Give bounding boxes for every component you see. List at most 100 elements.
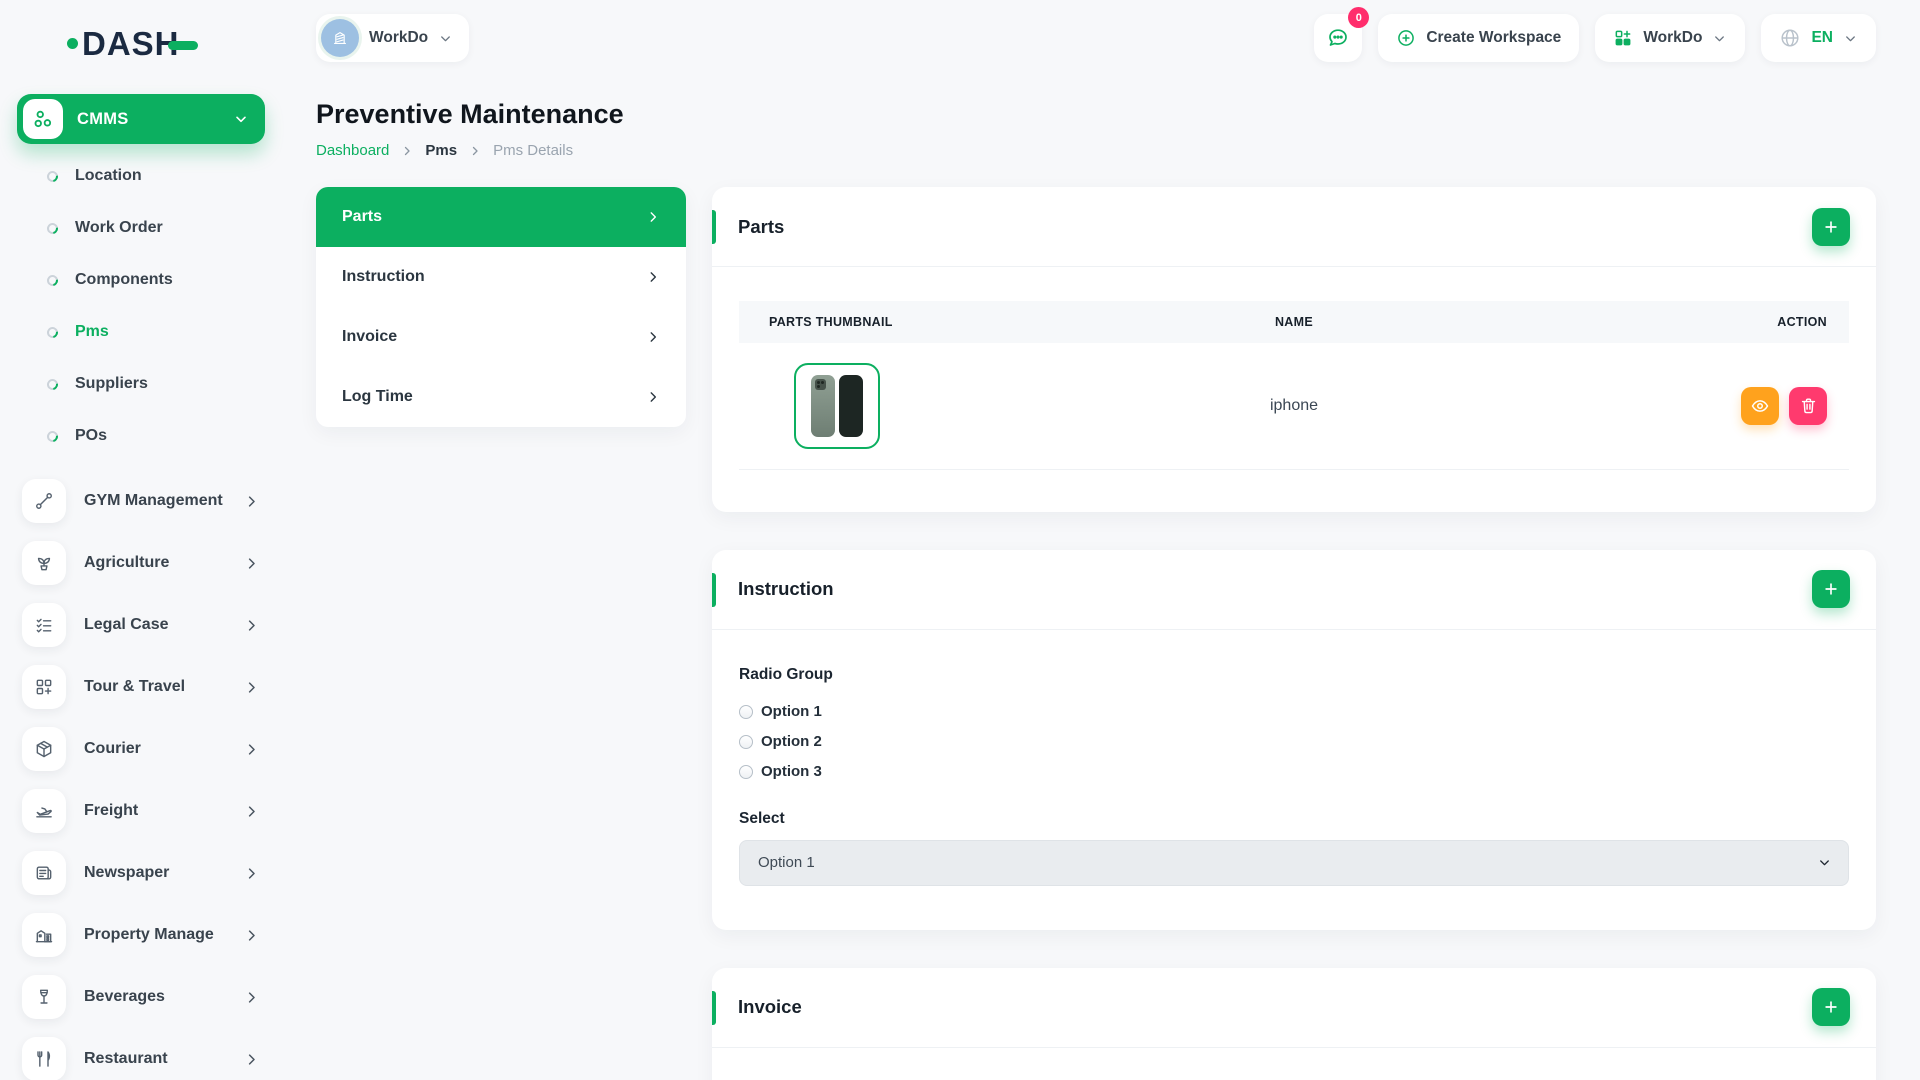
tab-instruction[interactable]: Instruction xyxy=(316,247,686,307)
add-instruction-button[interactable] xyxy=(1812,570,1850,608)
sidebar-item-label: Property Manage xyxy=(84,926,214,944)
status-ring-icon xyxy=(45,428,60,443)
sidebar-item-pms[interactable]: Pms xyxy=(17,306,265,358)
detail-tabs-card: Parts Instruction Invoice Log Time xyxy=(316,187,686,427)
workspace-avatar xyxy=(321,19,359,57)
delete-part-button[interactable] xyxy=(1789,387,1827,425)
chevron-down-icon xyxy=(1843,31,1858,46)
chat-button[interactable]: 0 xyxy=(1314,14,1362,62)
sidebar-item-label: POs xyxy=(75,427,107,445)
workdo-menu-button[interactable]: WorkDo xyxy=(1595,14,1745,62)
chevron-down-icon xyxy=(1817,855,1832,870)
chevron-right-icon xyxy=(401,145,413,157)
status-ring-icon xyxy=(45,272,60,287)
chat-bubble-icon xyxy=(1326,26,1350,50)
card-accent-bar xyxy=(712,991,716,1025)
radio-icon xyxy=(739,765,753,779)
radio-option-2[interactable]: Option 2 xyxy=(739,730,1849,754)
sidebar-item-pos[interactable]: POs xyxy=(17,410,265,462)
language-code: EN xyxy=(1811,29,1833,47)
plus-icon xyxy=(1822,218,1840,236)
breadcrumb-dashboard-link[interactable]: Dashboard xyxy=(316,142,389,159)
workspace-name: WorkDo xyxy=(369,29,428,47)
chevron-right-icon xyxy=(646,210,660,224)
column-header-thumbnail: PARTS THUMBNAIL xyxy=(739,301,1105,343)
select-field-label: Select xyxy=(739,810,1849,828)
chevron-right-icon xyxy=(244,804,259,819)
chevron-right-icon xyxy=(244,742,259,757)
sidebar-item-label: Newspaper xyxy=(84,864,169,882)
sidebar-item-label: Agriculture xyxy=(84,554,169,572)
tab-parts[interactable]: Parts xyxy=(316,187,686,247)
plus-icon xyxy=(1822,998,1840,1016)
breadcrumb: Dashboard Pms Pms Details xyxy=(316,142,1876,159)
parts-card-body: PARTS THUMBNAIL NAME ACTION xyxy=(712,267,1876,512)
sidebar-item-freight[interactable]: Freight xyxy=(17,780,265,842)
iphone-front-image xyxy=(839,375,863,437)
checklist-icon xyxy=(22,603,66,647)
language-button[interactable]: EN xyxy=(1761,14,1876,62)
sidebar-item-label: Location xyxy=(75,167,142,185)
sidebar-item-cmms[interactable]: CMMS xyxy=(17,94,265,144)
workspace-switcher-button[interactable]: WorkDo xyxy=(316,14,469,62)
package-icon xyxy=(22,727,66,771)
logo-text: DASH xyxy=(82,27,180,60)
tab-log-time[interactable]: Log Time xyxy=(316,367,686,427)
breadcrumb-pms-link[interactable]: Pms xyxy=(425,142,457,159)
sidebar-item-legal-case[interactable]: Legal Case xyxy=(17,594,265,656)
radio-option-1[interactable]: Option 1 xyxy=(739,700,1849,724)
add-invoice-button[interactable] xyxy=(1812,988,1850,1026)
sidebar-item-property-manage[interactable]: Property Manage xyxy=(17,904,265,966)
view-part-button[interactable] xyxy=(1741,387,1779,425)
plant-icon xyxy=(22,541,66,585)
nodes-icon xyxy=(23,99,63,139)
buildings-icon xyxy=(22,913,66,957)
radio-option-3[interactable]: Option 3 xyxy=(739,760,1849,784)
cmms-label: CMMS xyxy=(77,110,129,129)
tab-label: Parts xyxy=(342,208,382,226)
grid-plus-icon xyxy=(1613,28,1633,48)
sidebar-item-label: Pms xyxy=(75,323,109,341)
status-ring-icon xyxy=(45,220,60,235)
add-part-button[interactable] xyxy=(1812,208,1850,246)
sidebar-item-tour-travel[interactable]: Tour & Travel xyxy=(17,656,265,718)
invoice-card: Invoice xyxy=(712,968,1876,1080)
radio-group: Option 1 Option 2 Option 3 xyxy=(739,700,1849,784)
sidebar-item-newspaper[interactable]: Newspaper xyxy=(17,842,265,904)
sidebar-item-agriculture[interactable]: Agriculture xyxy=(17,532,265,594)
sidebar-item-restaurant[interactable]: Restaurant xyxy=(17,1028,265,1080)
card-accent-bar xyxy=(712,210,716,244)
sidebar-item-label: Freight xyxy=(84,802,138,820)
status-ring-icon xyxy=(45,324,60,339)
radio-option-label: Option 2 xyxy=(761,733,822,750)
sidebar-item-beverages[interactable]: Beverages xyxy=(17,966,265,1028)
sidebar-item-gym-management[interactable]: GYM Management xyxy=(17,470,265,532)
sidebar-item-location[interactable]: Location xyxy=(17,150,265,202)
sidebar-item-label: Suppliers xyxy=(75,375,148,393)
instruction-select[interactable]: Option 1 xyxy=(739,840,1849,886)
sidebar-item-components[interactable]: Components xyxy=(17,254,265,306)
sidebar-item-label: Restaurant xyxy=(84,1050,168,1068)
create-workspace-button[interactable]: Create Workspace xyxy=(1378,14,1579,62)
part-thumbnail[interactable] xyxy=(794,363,880,449)
dumbbell-icon xyxy=(22,479,66,523)
plus-circle-icon xyxy=(1396,28,1416,48)
fork-knife-icon xyxy=(22,1037,66,1080)
chevron-right-icon xyxy=(244,866,259,881)
chevron-down-icon xyxy=(1712,31,1727,46)
chevron-right-icon xyxy=(244,494,259,509)
trash-icon xyxy=(1799,396,1818,415)
iphone-back-image xyxy=(811,375,835,437)
grid-plus-icon xyxy=(22,665,66,709)
tab-label: Invoice xyxy=(342,328,397,346)
sidebar-item-work-order[interactable]: Work Order xyxy=(17,202,265,254)
tab-invoice[interactable]: Invoice xyxy=(316,307,686,367)
sidebar-item-suppliers[interactable]: Suppliers xyxy=(17,358,265,410)
brand-logo[interactable]: DASH xyxy=(67,24,265,62)
sidebar-item-courier[interactable]: Courier xyxy=(17,718,265,780)
cmms-submenu: Location Work Order Components Pms Suppl… xyxy=(17,150,265,462)
sidebar-item-label: Courier xyxy=(84,740,141,758)
chevron-down-icon xyxy=(438,31,453,46)
radio-icon xyxy=(739,735,753,749)
chevron-right-icon xyxy=(244,928,259,943)
